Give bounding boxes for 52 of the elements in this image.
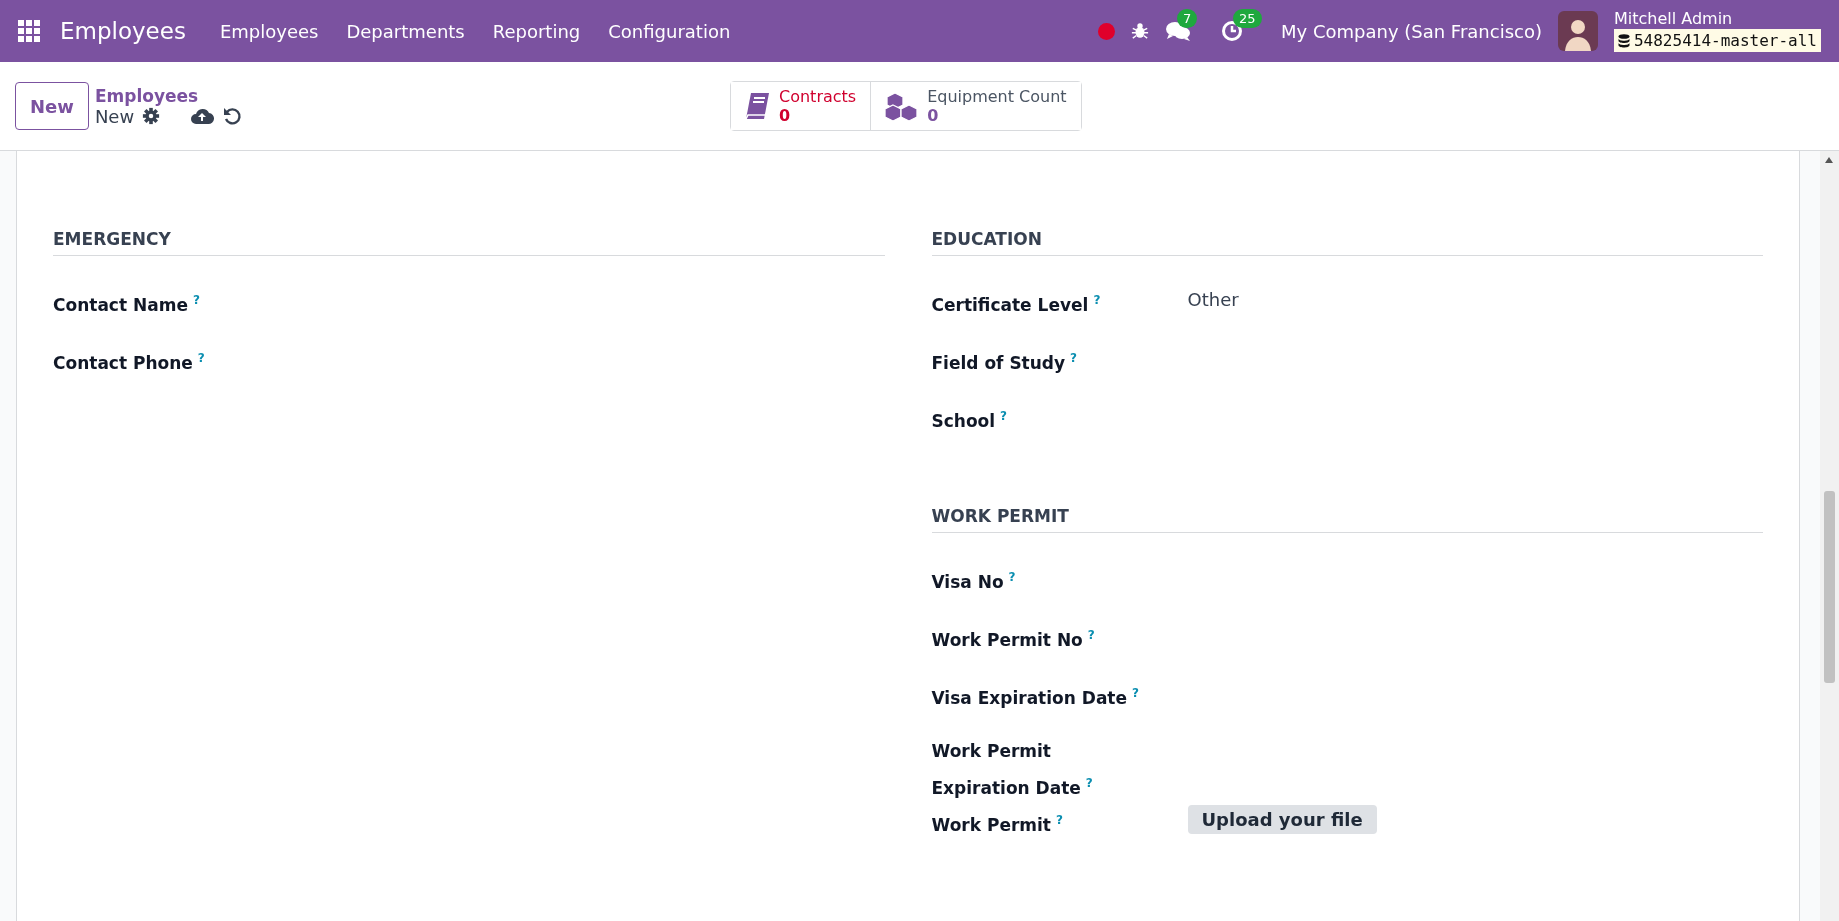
help-tooltip[interactable]: ? — [192, 293, 200, 307]
field-value[interactable]: Other — [1187, 289, 1239, 310]
undo-icon[interactable] — [222, 106, 243, 126]
section-heading: EMERGENCY — [53, 229, 885, 256]
field-label: School — [931, 410, 996, 431]
settings-icon[interactable] — [142, 107, 161, 125]
help-tooltip[interactable]: ? — [1000, 409, 1008, 423]
nav-menu-item[interactable]: Reporting — [478, 20, 595, 42]
app-title[interactable]: Employees — [60, 18, 186, 44]
message-count-badge: 7 — [1177, 9, 1198, 28]
help-tooltip[interactable]: ? — [1070, 351, 1078, 365]
help-tooltip[interactable]: ? — [1008, 570, 1016, 584]
avatar-icon[interactable] — [1557, 11, 1598, 51]
field-label: Work Permit No — [931, 629, 1083, 650]
smart-button[interactable]: Contracts 0 — [731, 82, 872, 130]
database-icon — [1617, 33, 1630, 48]
field-label: Visa Expiration Date — [931, 687, 1128, 708]
nav-menu-item[interactable]: Configuration — [594, 20, 745, 42]
nav-menu-item[interactable]: Departments — [332, 20, 479, 42]
database-tag: 54825414-master-all — [1613, 29, 1821, 52]
user-name[interactable]: Mitchell Admin — [1613, 10, 1821, 28]
help-tooltip[interactable]: ? — [197, 351, 205, 365]
book-icon — [745, 92, 771, 120]
field-label: Contact Name — [53, 294, 188, 315]
field-label: Contact Phone — [53, 352, 193, 373]
help-tooltip[interactable]: ? — [1132, 686, 1139, 700]
section-heading: WORK PERMIT — [931, 506, 1763, 533]
field-label: Visa No — [931, 571, 1004, 592]
scrollbar-thumb[interactable] — [1824, 491, 1835, 683]
cloud-upload-icon[interactable] — [190, 107, 215, 125]
cubes-icon — [885, 91, 920, 121]
activity-count-badge: 25 — [1233, 9, 1262, 28]
app-grid-icon[interactable] — [18, 20, 40, 42]
help-tooltip[interactable]: ? — [1085, 776, 1093, 790]
field-label: Work Permit Expiration Date — [931, 741, 1081, 798]
nav-menu-item[interactable]: Employees — [205, 20, 333, 42]
help-tooltip[interactable]: ? — [1087, 628, 1095, 642]
field-label: Field of Study — [931, 352, 1066, 373]
help-tooltip[interactable]: ? — [1056, 812, 1063, 827]
record-title: New — [94, 105, 135, 127]
field-label: Certificate Level — [931, 294, 1089, 315]
section-heading: EDUCATION — [931, 229, 1763, 256]
upload-button[interactable]: Upload your file — [1187, 804, 1377, 834]
new-button[interactable]: New — [15, 82, 89, 130]
scroll-up-icon[interactable] — [1825, 157, 1833, 163]
help-tooltip[interactable]: ? — [1093, 293, 1101, 307]
record-dot-icon[interactable] — [1098, 22, 1115, 40]
breadcrumb-link[interactable]: Employees — [94, 85, 243, 106]
field-label: Work Permit — [931, 814, 1051, 835]
company-switcher[interactable]: My Company (San Francisco) — [1281, 20, 1542, 42]
bug-icon[interactable] — [1131, 22, 1149, 40]
scrollbar[interactable] — [1820, 151, 1839, 921]
